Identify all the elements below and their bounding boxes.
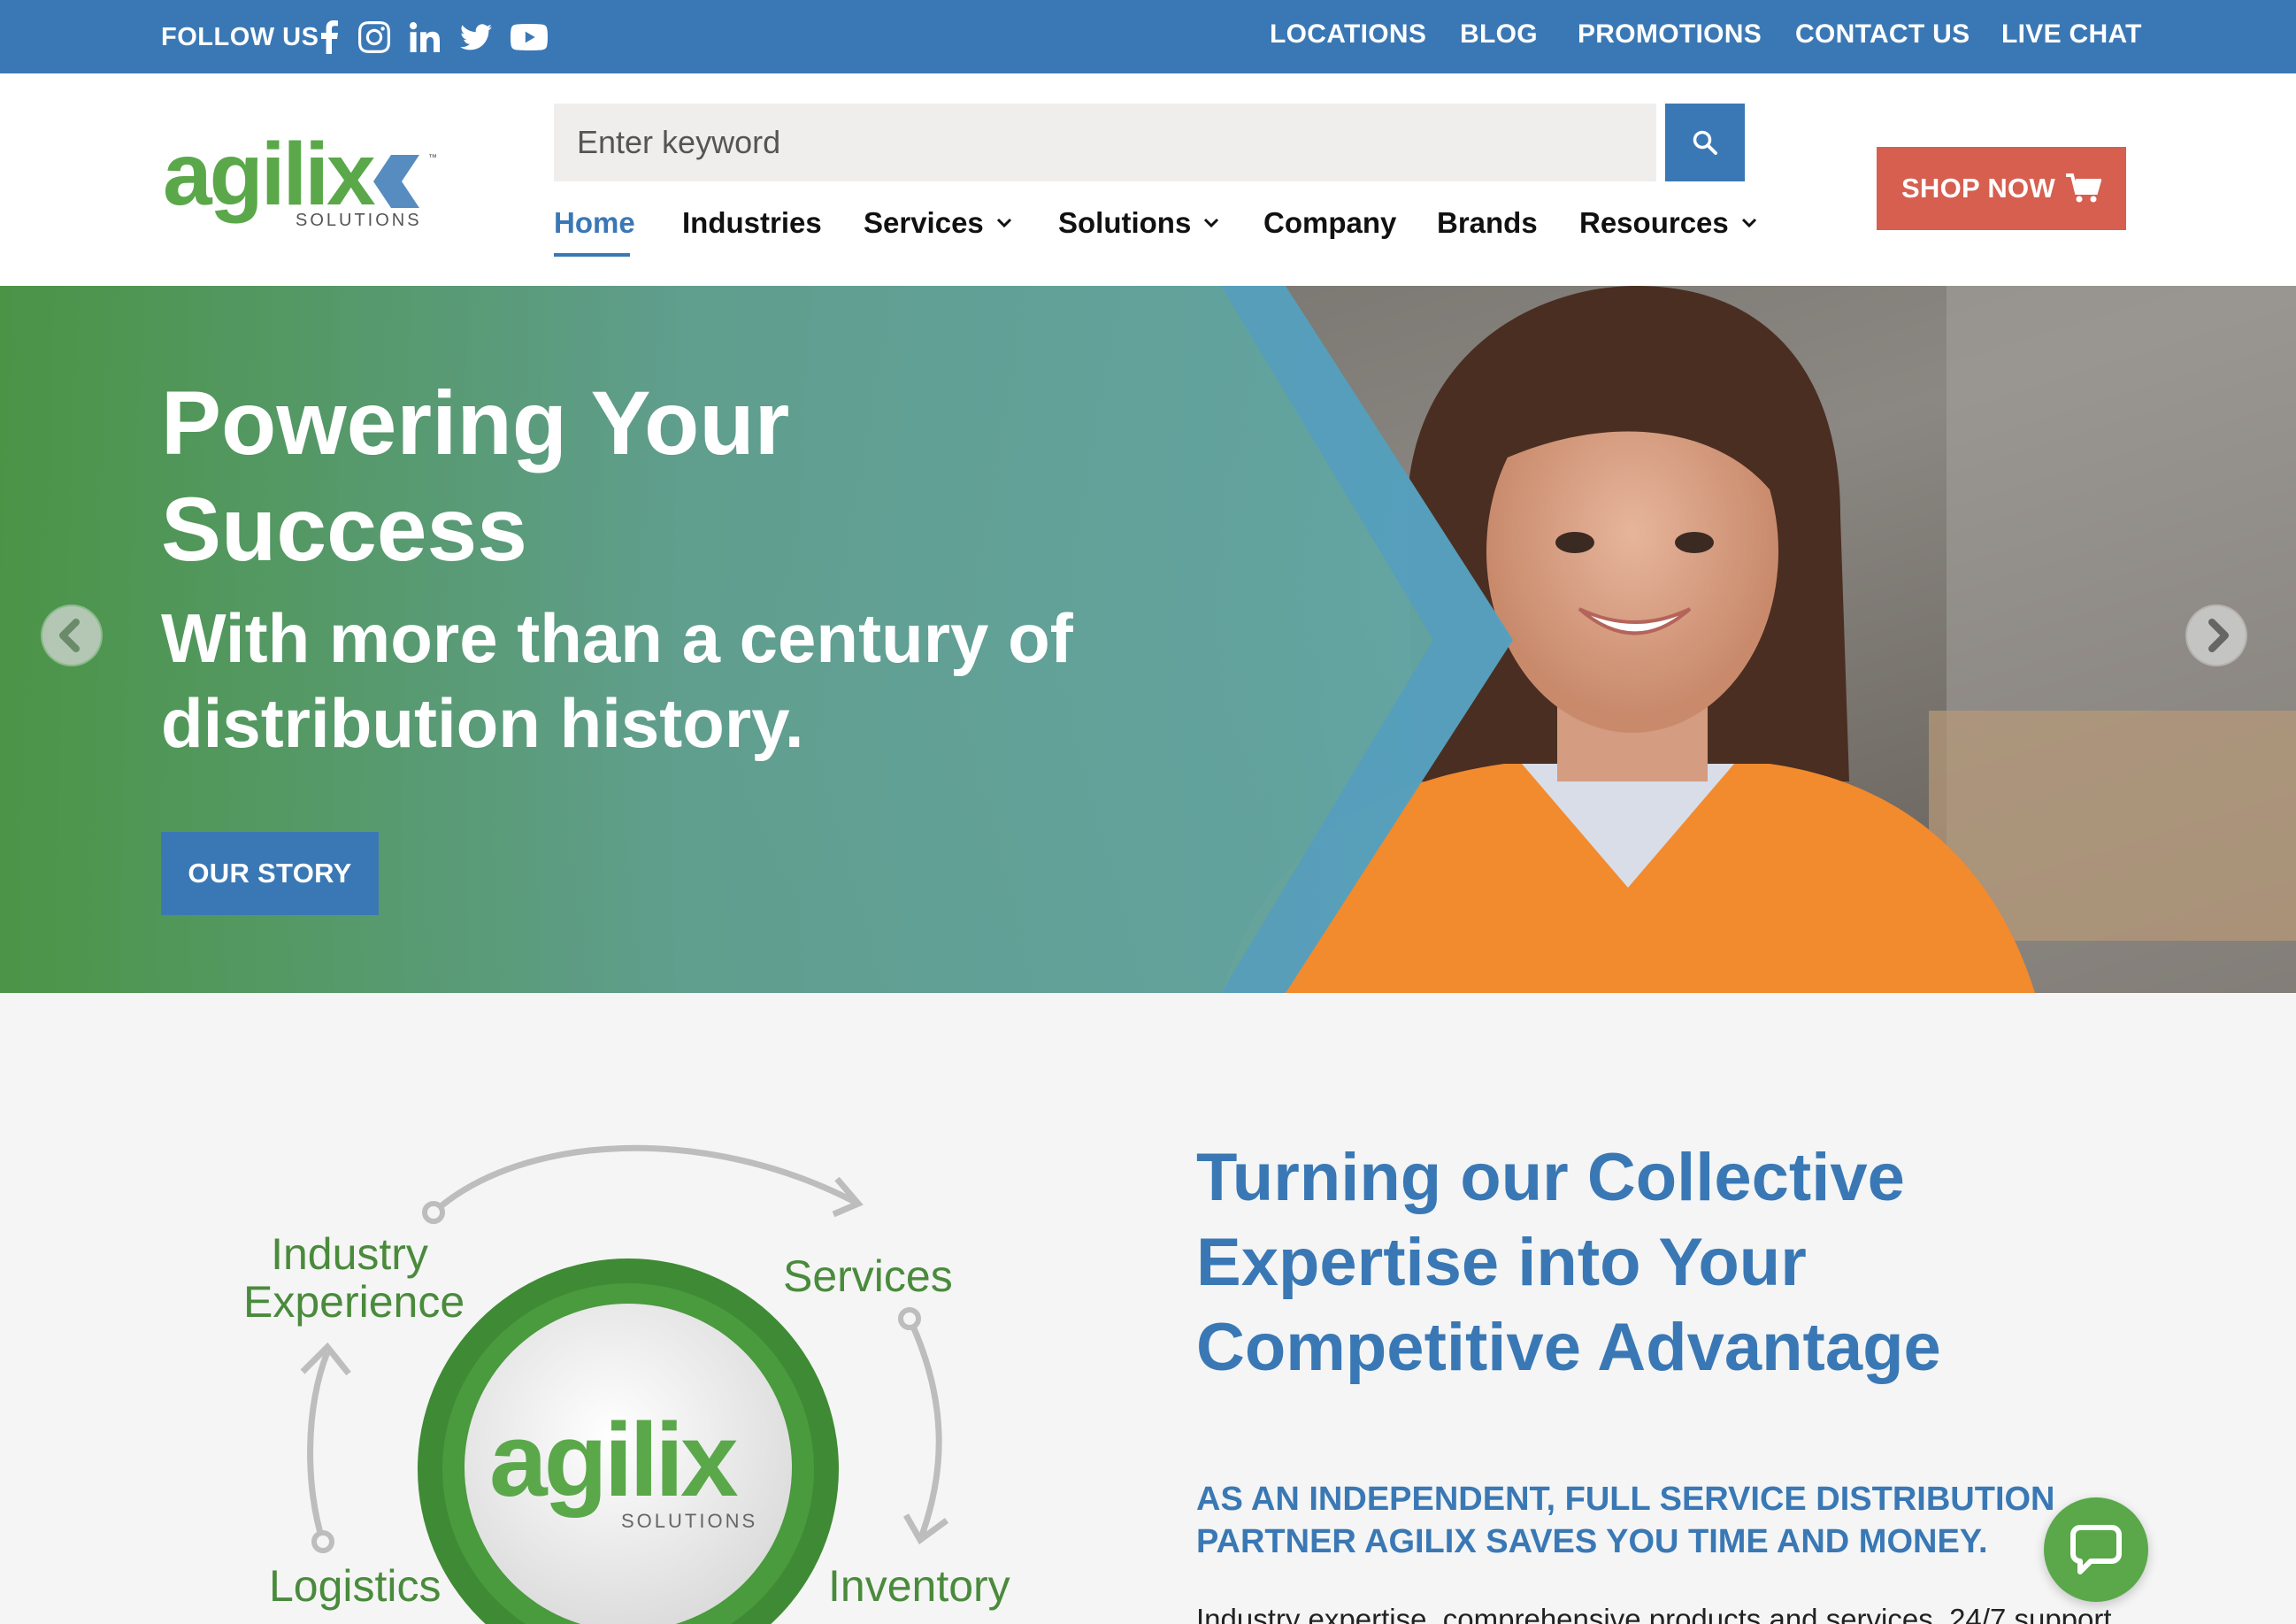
nav-active-indicator — [554, 253, 630, 257]
youtube-icon[interactable] — [510, 18, 549, 57]
live-chat-widget-button[interactable] — [2044, 1497, 2148, 1602]
shop-now-button[interactable]: SHOP NOW — [1877, 147, 2126, 230]
contact-us-link[interactable]: CONTACT US — [1795, 19, 1970, 50]
carousel-next-button[interactable] — [2185, 604, 2247, 666]
search-input[interactable] — [554, 104, 1656, 181]
nav-company[interactable]: Company — [1263, 206, 1396, 240]
chevron-down-icon — [996, 218, 1011, 228]
blog-link[interactable]: BLOG — [1460, 19, 1538, 50]
chevron-down-icon — [1741, 218, 1756, 228]
chevron-right-icon — [2187, 606, 2246, 665]
our-story-button[interactable]: OUR STORY — [161, 832, 379, 915]
diagram-center-logo: agilix — [489, 1402, 738, 1519]
intro-body-text: Industry expertise, comprehensive produc… — [1196, 1603, 2112, 1624]
chevron-left-icon — [42, 606, 101, 665]
diagram-label-services: Services — [783, 1251, 953, 1301]
chevron-down-icon — [1204, 218, 1219, 228]
agilix-logo[interactable]: agilix ™ SOLUTIONS — [163, 125, 446, 242]
diagram-center-subtext: SOLUTIONS — [621, 1510, 757, 1532]
linkedin-icon[interactable] — [407, 18, 442, 57]
search-icon — [1693, 130, 1717, 155]
partner-tagline: AS AN INDEPENDENT, FULL SERVICE DISTRIBU… — [1196, 1481, 2055, 1560]
nav-industries[interactable]: Industries — [682, 206, 822, 240]
site-header: agilix ™ SOLUTIONS Home Industries Servi… — [0, 73, 2296, 286]
search-button[interactable] — [1665, 104, 1745, 181]
hero-title: Powering Your Success — [161, 373, 790, 580]
locations-link[interactable]: LOCATIONS — [1270, 19, 1426, 50]
nav-resources[interactable]: Resources — [1579, 206, 1757, 240]
logo-subtext: SOLUTIONS — [296, 211, 422, 230]
expertise-diagram: agilix SOLUTIONS Industry Experience Ser… — [239, 1115, 1035, 1624]
hero-carousel: Powering Your Success With more than a c… — [0, 286, 2296, 993]
facebook-icon[interactable] — [314, 18, 344, 57]
intro-title: Turning our Collective Expertise into Yo… — [1196, 1140, 1941, 1385]
live-chat-link[interactable]: LIVE CHAT — [2001, 19, 2142, 50]
diagram-label-logistics: Logistics — [269, 1561, 442, 1611]
diagram-label-inventory: Inventory — [828, 1561, 1010, 1611]
hero-subtitle: With more than a century of distribution… — [161, 599, 1073, 762]
nav-services[interactable]: Services — [864, 206, 1012, 240]
promotions-link[interactable]: PROMOTIONS — [1578, 19, 1762, 50]
instagram-icon[interactable] — [356, 18, 393, 57]
follow-us-label: FOLLOW US — [161, 23, 319, 51]
cart-icon — [2066, 173, 2102, 203]
nav-solutions[interactable]: Solutions — [1058, 206, 1219, 240]
nav-brands[interactable]: Brands — [1437, 206, 1538, 240]
diagram-graphic: agilix SOLUTIONS — [300, 1144, 949, 1624]
chat-bubble-icon — [2070, 1525, 2122, 1574]
twitter-icon[interactable] — [458, 18, 494, 57]
nav-home[interactable]: Home — [554, 206, 635, 240]
logo-trademark: ™ — [428, 153, 437, 163]
top-utility-bar: FOLLOW US LOCATIONS BLOG PROMOTIONS CONT… — [0, 0, 2296, 73]
carousel-prev-button[interactable] — [41, 604, 103, 666]
diagram-label-industry-experience: Industry Experience — [243, 1229, 465, 1327]
